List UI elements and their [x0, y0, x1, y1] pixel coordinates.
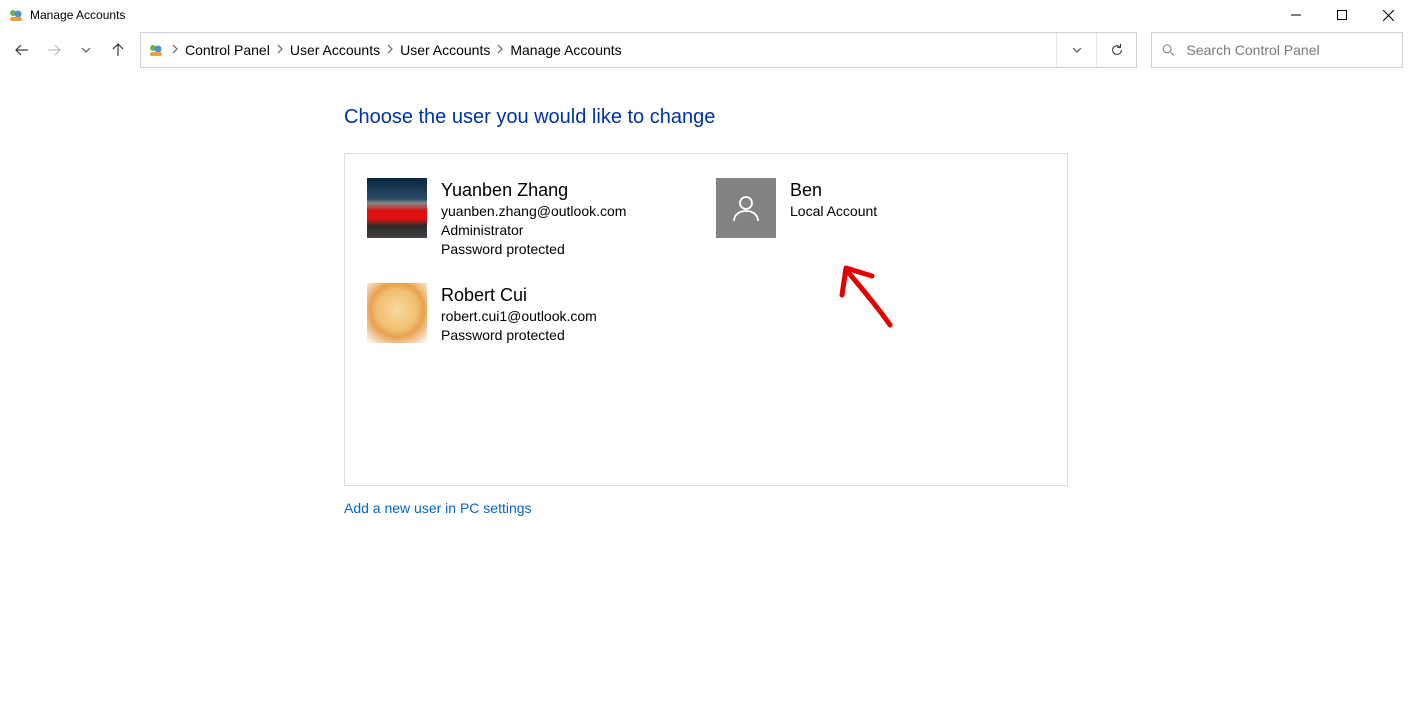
chevron-right-icon[interactable] [494, 44, 506, 57]
account-info: Ben Local Account [790, 178, 877, 221]
search-icon [1162, 43, 1175, 57]
navigation-row: Control Panel User Accounts User Account… [0, 30, 1411, 70]
account-email: yuanben.zhang@outlook.com [441, 202, 626, 221]
recent-dropdown-icon[interactable] [72, 36, 100, 64]
breadcrumb-item[interactable]: Manage Accounts [506, 42, 625, 58]
account-info: Robert Cui robert.cui1@outlook.com Passw… [441, 283, 597, 345]
account-name: Ben [790, 178, 877, 202]
search-input[interactable] [1187, 42, 1392, 58]
chevron-right-icon[interactable] [169, 44, 181, 57]
maximize-button[interactable] [1319, 0, 1365, 30]
avatar [367, 178, 427, 238]
person-icon [729, 191, 763, 225]
breadcrumb: Control Panel User Accounts User Account… [181, 42, 626, 58]
content-area: Choose the user you would like to change… [0, 70, 1411, 518]
account-info: Yuanben Zhang yuanben.zhang@outlook.com … [441, 178, 626, 259]
accounts-list: Yuanben Zhang yuanben.zhang@outlook.com … [344, 153, 1068, 486]
refresh-button[interactable] [1096, 33, 1136, 67]
account-status: Password protected [441, 240, 626, 259]
breadcrumb-item[interactable]: User Accounts [286, 42, 384, 58]
address-bar[interactable]: Control Panel User Accounts User Account… [140, 32, 1137, 68]
chevron-right-icon[interactable] [384, 44, 396, 57]
avatar [367, 283, 427, 343]
account-role: Local Account [790, 202, 877, 221]
account-name: Robert Cui [441, 283, 597, 307]
up-button[interactable] [104, 36, 132, 64]
page-title: Choose the user you would like to change [344, 106, 1411, 129]
forward-button[interactable] [40, 36, 68, 64]
search-box[interactable] [1151, 32, 1403, 68]
account-item[interactable]: Ben Local Account [716, 178, 1045, 259]
account-name: Yuanben Zhang [441, 178, 626, 202]
titlebar: Manage Accounts [0, 0, 1411, 30]
window-controls [1273, 0, 1411, 30]
user-accounts-icon [8, 7, 24, 23]
breadcrumb-item[interactable]: User Accounts [396, 42, 494, 58]
back-button[interactable] [8, 36, 36, 64]
account-role: Administrator [441, 221, 626, 240]
account-status: Password protected [441, 326, 597, 345]
add-user-link[interactable]: Add a new user in PC settings [344, 500, 532, 516]
close-button[interactable] [1365, 0, 1411, 30]
account-email: robert.cui1@outlook.com [441, 307, 597, 326]
minimize-button[interactable] [1273, 0, 1319, 30]
breadcrumb-item[interactable]: Control Panel [181, 42, 274, 58]
chevron-right-icon[interactable] [274, 44, 286, 57]
avatar [716, 178, 776, 238]
account-item[interactable]: Robert Cui robert.cui1@outlook.com Passw… [367, 283, 696, 345]
address-history-dropdown[interactable] [1056, 33, 1096, 67]
user-accounts-icon [147, 41, 165, 59]
account-item[interactable]: Yuanben Zhang yuanben.zhang@outlook.com … [367, 178, 696, 259]
window-title: Manage Accounts [30, 8, 125, 22]
